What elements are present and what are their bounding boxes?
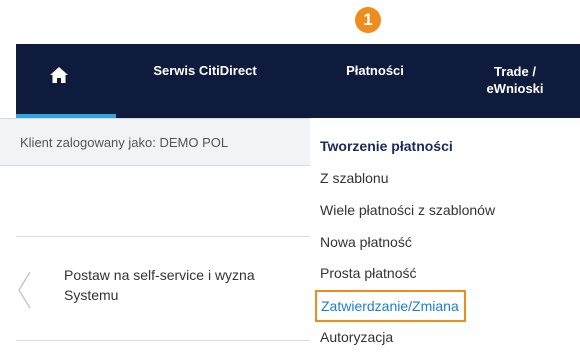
menu-item-prosta-platnosc[interactable]: Prosta płatność bbox=[320, 265, 417, 281]
content-divider bbox=[16, 340, 310, 341]
carousel-prev-icon[interactable] bbox=[16, 270, 34, 310]
nav-trade-line1: Trade / bbox=[494, 64, 536, 79]
top-navbar: Serwis CitiDirect Płatności Trade / eWni… bbox=[0, 44, 580, 118]
notice-line-2: Systemu bbox=[64, 287, 119, 303]
menu-item-z-szablonu[interactable]: Z szablonu bbox=[320, 170, 388, 186]
logged-in-client-label: Klient zalogowany jako: DEMO POL bbox=[20, 135, 229, 150]
nav-home[interactable] bbox=[16, 44, 116, 118]
content-divider bbox=[16, 236, 310, 237]
client-info-bar: Klient zalogowany jako: DEMO POL bbox=[0, 118, 310, 166]
home-icon bbox=[50, 67, 68, 83]
self-service-notice: Postaw na self-service i wyzna Systemu bbox=[64, 265, 310, 305]
nav-trade-line2: eWnioski bbox=[486, 81, 544, 96]
menu-header-tworzenie-platnosci[interactable]: Tworzenie płatności bbox=[320, 138, 453, 154]
nav-trade-ewnioski[interactable]: Trade / eWnioski bbox=[450, 44, 580, 118]
menu-item-wiele-platnosci[interactable]: Wiele płatności z szablonów bbox=[320, 202, 495, 218]
nav-serwis-citidirect[interactable]: Serwis CitiDirect bbox=[130, 44, 280, 118]
platnosci-dropdown-menu: Tworzenie płatności Z szablonu Wiele pła… bbox=[310, 118, 580, 356]
callout-badge-1: 1 bbox=[355, 7, 381, 33]
page-left-margin bbox=[0, 44, 16, 118]
notice-line-1: Postaw na self-service i wyzna bbox=[64, 267, 255, 283]
menu-item-autoryzacja[interactable]: Autoryzacja bbox=[320, 329, 393, 345]
menu-item-zatwierdzanie-zmiana[interactable]: Zatwierdzanie/Zmiana bbox=[315, 290, 466, 322]
menu-item-nowa-platnosc[interactable]: Nowa płatność bbox=[320, 234, 412, 250]
nav-platnosci[interactable]: Płatności bbox=[320, 44, 430, 118]
